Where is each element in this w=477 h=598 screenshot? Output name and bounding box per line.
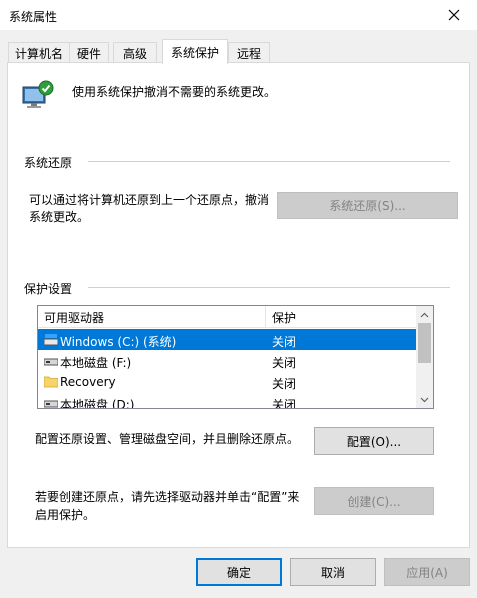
hard-drive-icon — [44, 400, 58, 408]
tab-hardware[interactable]: 硬件 — [69, 42, 109, 63]
scroll-up-button[interactable] — [416, 306, 433, 323]
system-restore-button[interactable]: 系统还原(S)... — [277, 192, 458, 219]
ok-button[interactable]: 确定 — [196, 558, 282, 586]
folder-icon — [44, 376, 58, 388]
restore-text-line1: 可以通过将计算机还原到上一个还原点，撤消 — [29, 193, 270, 207]
tab-strip: 计算机名 硬件 高级 系统保护 远程 — [0, 30, 477, 64]
tab-system-protection[interactable]: 系统保护 — [162, 39, 228, 64]
chevron-down-icon — [420, 397, 429, 402]
system-drive-icon — [44, 334, 58, 346]
tab-computer-name[interactable]: 计算机名 — [8, 42, 70, 63]
drive-row-c[interactable]: Windows (C:) (系统) 关闭 — [38, 329, 418, 350]
configure-description: 配置还原设置、管理磁盘空间，并且删除还原点。 — [35, 432, 300, 446]
cancel-button[interactable]: 取消 — [290, 558, 376, 586]
create-description-line2: 启用保护。 — [35, 508, 96, 522]
hard-drive-icon — [44, 358, 58, 366]
window-title: 系统属性 — [9, 10, 58, 24]
drive-row-d[interactable]: 本地磁盘 (D:) 关闭 — [38, 392, 418, 408]
header-description: 使用系统保护撤消不需要的系统更改。 — [72, 85, 277, 99]
tab-panel: 使用系统保护撤消不需要的系统更改。 系统还原 可以通过将计算机还原到上一个还原点… — [7, 62, 470, 548]
scroll-thumb[interactable] — [418, 323, 431, 363]
column-header-protection[interactable]: 保护 — [266, 306, 418, 328]
configure-button[interactable]: 配置(O)... — [314, 427, 434, 455]
restore-group-divider — [88, 161, 450, 162]
title-bar: 系统属性 — [0, 0, 477, 30]
create-button[interactable]: 创建(C)... — [314, 487, 434, 515]
close-button[interactable] — [431, 0, 477, 30]
drives-list-header: 可用驱动器 保护 — [38, 306, 418, 328]
create-description-line1: 若要创建还原点，请先选择驱动器并单击“配置”来 — [35, 490, 300, 504]
chevron-up-icon — [420, 312, 429, 317]
drives-list[interactable]: 可用驱动器 保护 Windows (C:) (系统) 关闭 本地磁盘 (F:) … — [37, 305, 434, 409]
protection-group-divider — [88, 287, 450, 288]
tab-remote[interactable]: 远程 — [228, 42, 270, 63]
restore-text-line2: 系统更改。 — [29, 210, 90, 224]
restore-group-title: 系统还原 — [24, 156, 73, 170]
apply-button[interactable]: 应用(A) — [384, 558, 470, 586]
drives-list-scrollbar[interactable] — [416, 306, 433, 408]
drive-row-f[interactable]: 本地磁盘 (F:) 关闭 — [38, 350, 418, 371]
drive-row-recovery[interactable]: Recovery 关闭 — [38, 371, 418, 392]
protection-group-title: 保护设置 — [24, 282, 73, 296]
column-header-drives[interactable]: 可用驱动器 — [38, 306, 266, 328]
close-icon — [448, 9, 460, 21]
tab-advanced[interactable]: 高级 — [113, 42, 157, 63]
system-protection-icon — [22, 79, 56, 111]
scroll-down-button[interactable] — [416, 391, 433, 408]
